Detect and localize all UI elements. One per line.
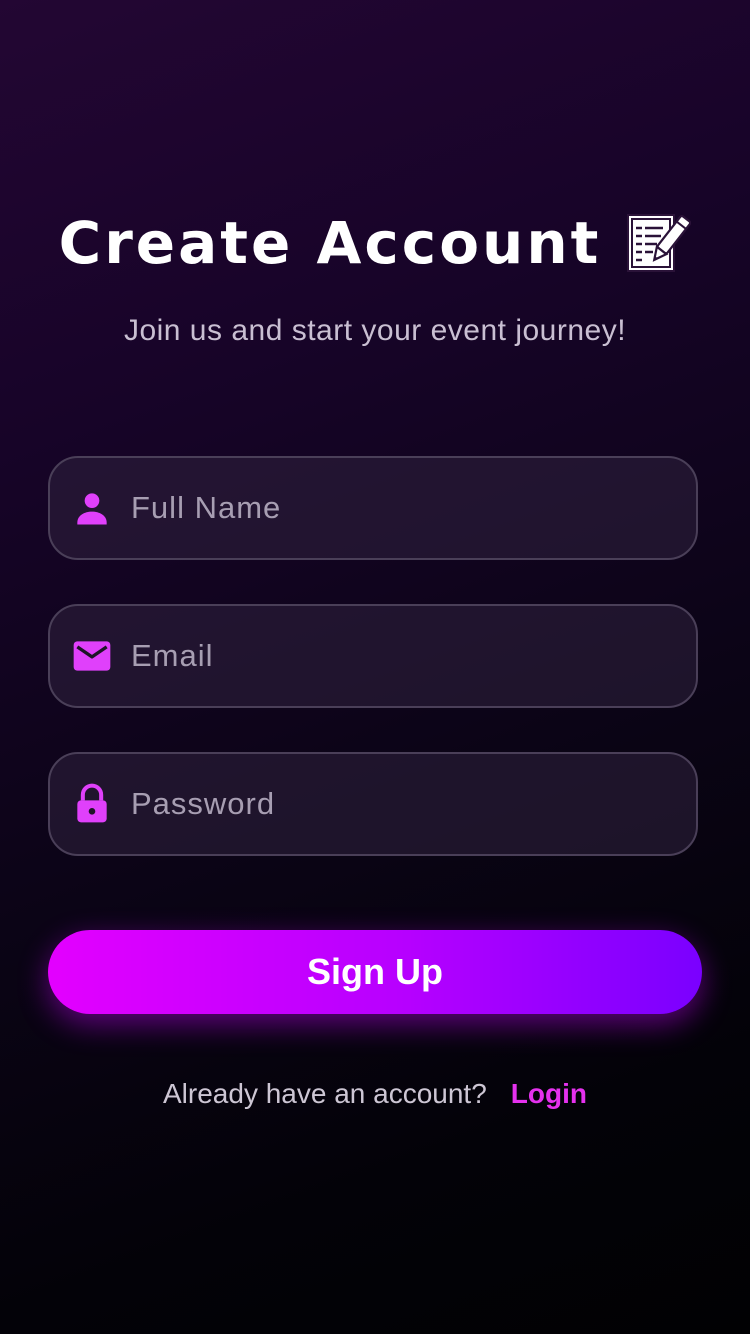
password-field[interactable] [48,752,698,856]
login-prompt-text: Already have an account? [163,1078,487,1109]
signup-screen: Create Account Join us and start your ev… [0,0,750,1334]
page-subtitle: Join us and start your event journey! [123,314,627,347]
login-link[interactable]: Login [511,1078,587,1110]
full-name-field[interactable] [48,456,698,560]
login-prompt: Already have an account? Login [0,1078,750,1110]
password-input[interactable] [131,774,671,834]
sign-up-button[interactable]: Sign Up [48,930,702,1014]
person-icon [77,493,107,525]
full-name-input[interactable] [131,478,671,538]
mail-icon [73,641,111,671]
email-input[interactable] [131,626,671,686]
page-title: Create Account [58,209,602,277]
email-field[interactable] [48,604,698,708]
memo-pencil-icon [627,214,692,272]
lock-icon [77,783,107,823]
header: Create Account [0,210,750,276]
